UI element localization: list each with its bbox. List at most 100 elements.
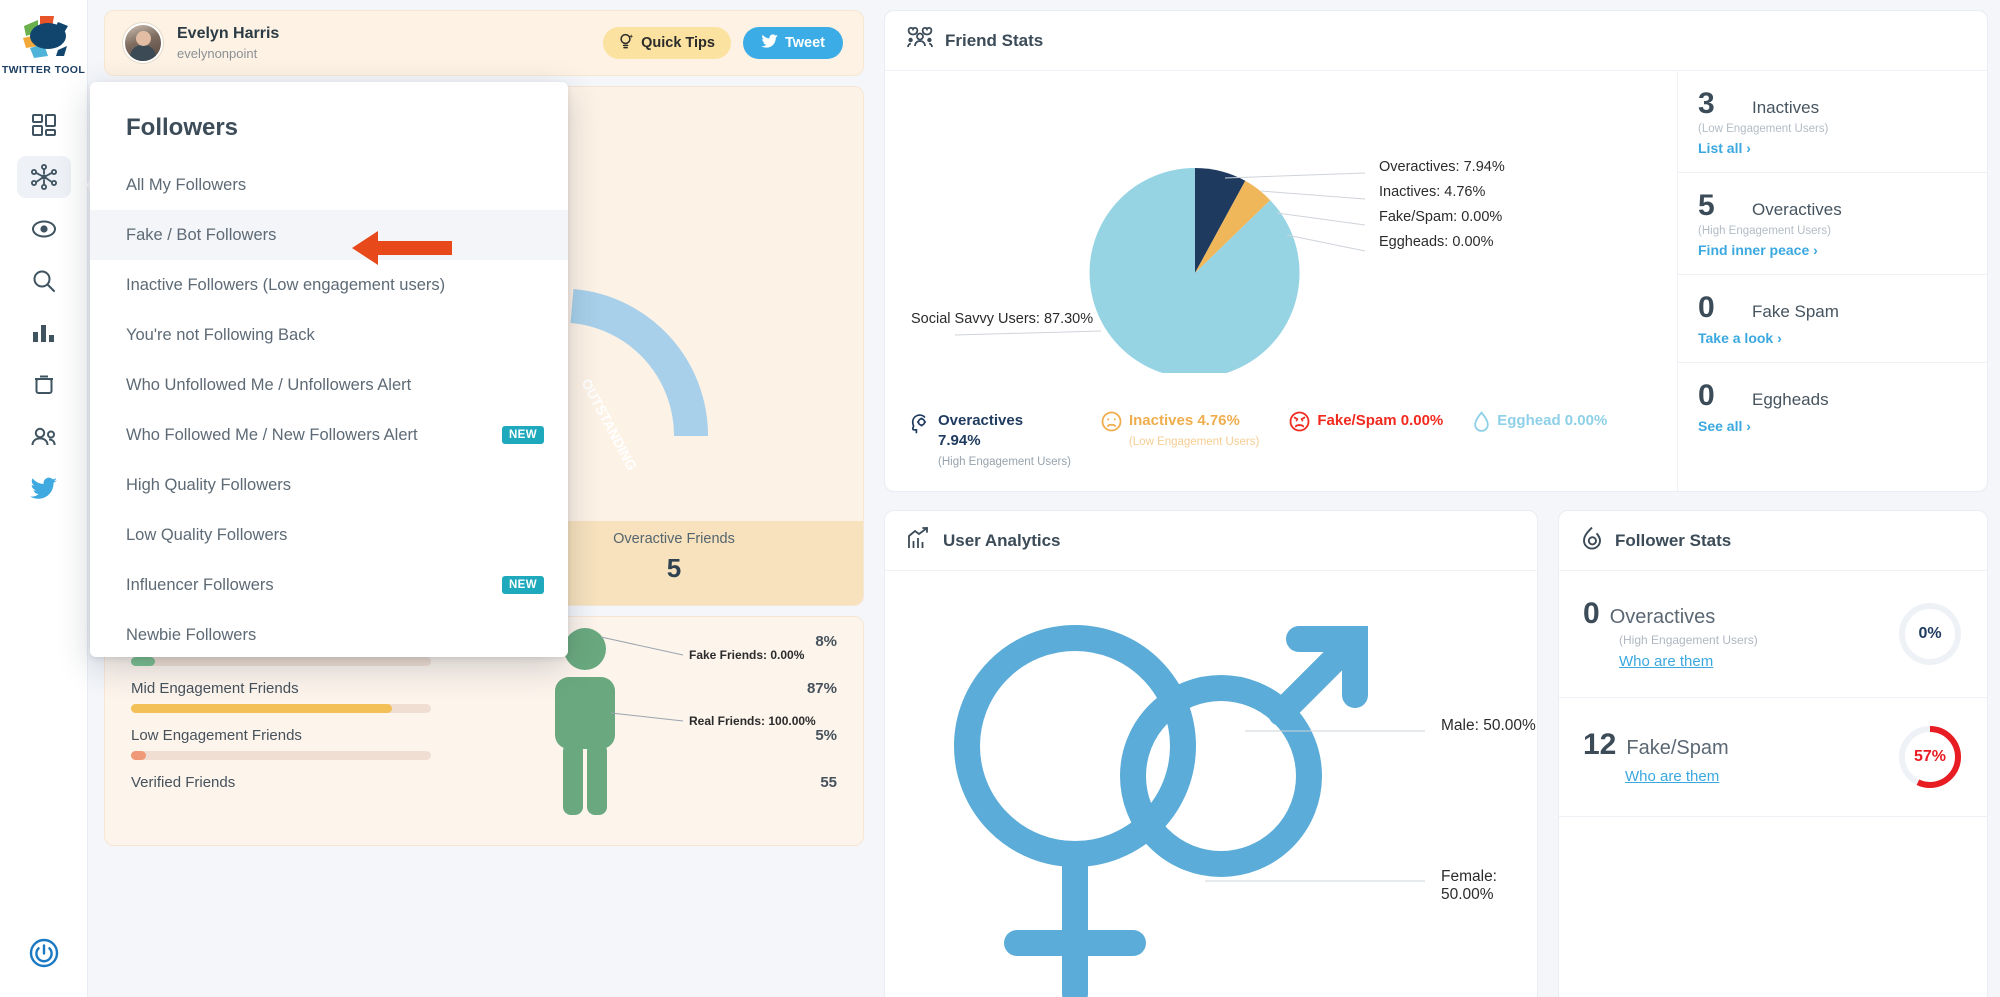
dropdown-title: Followers: [126, 114, 239, 141]
dropdown-item-newbie-followers[interactable]: Newbie Followers: [90, 610, 568, 657]
stat-link[interactable]: See all ›: [1698, 418, 1751, 434]
user-analytics-body: Male: 50.00% Female: 50.00%: [885, 571, 1537, 997]
quick-tips-label: Quick Tips: [641, 35, 715, 51]
male-percentage-label: Male: 50.00%: [1441, 717, 1536, 734]
dropdown-item-low-quality-followers[interactable]: Low Quality Followers: [90, 510, 568, 560]
profile-handle: evelynonpoint: [177, 45, 258, 61]
stat-name: Overactives: [1609, 606, 1716, 628]
left-arrow-annotation-icon: [352, 225, 452, 276]
lightbulb-icon: [619, 33, 634, 54]
dropdown-item-high-quality-followers[interactable]: High Quality Followers: [90, 460, 568, 510]
friend-stats-title: Friend Stats: [945, 30, 1044, 50]
stat-number: 5: [1698, 189, 1715, 222]
sidebar-item-monitor[interactable]: [17, 208, 71, 250]
right-column: Friend Stats Overactives: 7.94% Inactive…: [884, 10, 1988, 997]
avatar: [123, 23, 163, 63]
pie-label-inactives: Inactives: 4.76%: [1379, 184, 1486, 200]
new-badge: NEW: [501, 576, 544, 594]
dropdown-item-fake-bot-followers[interactable]: Fake / Bot Followers: [90, 210, 568, 260]
profile-header-card: Evelyn Harris evelynonpoint Quick Tips T…: [104, 10, 864, 76]
bar-label: Mid Engagement Friends: [131, 680, 299, 697]
dropdown-item-label: Fake / Bot Followers: [126, 225, 277, 244]
profile-names: Evelyn Harris evelynonpoint: [177, 24, 279, 62]
pie-label-fakespam: Fake/Spam: 0.00%: [1379, 209, 1503, 225]
dropdown-item-influencer-followers[interactable]: Influencer Followers NEW: [90, 560, 568, 610]
legend-label: Overactives: [938, 412, 1024, 429]
quick-tips-button[interactable]: Quick Tips: [603, 27, 731, 59]
figure-label-fake: Fake Friends: 0.00%: [689, 648, 805, 662]
stat-name: Inactives: [1752, 98, 1820, 117]
legend-value: 7.94%: [938, 432, 981, 449]
stat-link[interactable]: Who are them: [1625, 768, 1719, 785]
legend-item-egghead: Egghead 0.00%: [1473, 411, 1607, 438]
twitter-bird-icon: [761, 33, 778, 53]
overactives-progress-ring: 0%: [1897, 601, 1963, 667]
followers-dropdown-menu: Followers All My Followers Fake / Bot Fo…: [90, 82, 568, 657]
legend-label: Fake/Spam 0.00%: [1317, 412, 1444, 429]
sidebar-item-twitter[interactable]: [17, 468, 71, 510]
egg-icon: [1473, 411, 1490, 438]
figure-label-real: Real Friends: 100.00%: [689, 714, 816, 728]
follower-stats-title: Follower Stats: [1615, 530, 1732, 550]
dropdown-item-who-unfollowed-me[interactable]: Who Unfollowed Me / Unfollowers Alert: [90, 360, 568, 410]
bar-track: [131, 751, 431, 760]
bar-label: Verified Friends: [131, 774, 236, 791]
dropdown-item-inactive-followers[interactable]: Inactive Followers (Low engagement users…: [90, 260, 568, 310]
dropdown-item-label: Who Unfollowed Me / Unfollowers Alert: [126, 375, 412, 394]
stat-link[interactable]: Take a look ›: [1698, 330, 1782, 346]
sidebar-item-analytics[interactable]: [17, 312, 71, 354]
stat-note: (High Engagement Users): [1698, 225, 1831, 237]
female-percentage-label: Female: 50.00%: [1441, 868, 1497, 903]
tweet-button[interactable]: Tweet: [742, 27, 843, 59]
follower-stat-fake-spam: 12 Fake/Spam Who are them 57%: [1559, 698, 1987, 817]
stat-number: 3: [1698, 87, 1715, 120]
bar-fill: [131, 751, 146, 760]
stat-name: Fake Spam: [1752, 302, 1839, 321]
stat-name: Fake/Spam: [1626, 737, 1729, 759]
friend-stat-inactives: 3 Inactives (Low Engagement Users) List …: [1678, 71, 1987, 173]
legend-note: (Low Engagement Users): [1128, 436, 1260, 448]
sidebar-item-search[interactable]: [17, 260, 71, 302]
dropdown-item-label: All My Followers: [126, 175, 247, 194]
stat-note: (Low Engagement Users): [1698, 123, 1829, 135]
stat-name: Eggheads: [1752, 390, 1829, 409]
dropdown-item-label: Low Quality Followers: [126, 525, 288, 544]
sidebar-item-cleanup[interactable]: [17, 364, 71, 406]
sidebar-item-logout[interactable]: [27, 936, 61, 975]
pie-label-social-savvy: Social Savvy Users: 87.30%: [911, 311, 1094, 327]
friend-stats-header: Friend Stats: [885, 11, 1987, 71]
stat-name: Overactives: [1752, 200, 1842, 219]
legend-label: Inactives 4.76%: [1128, 412, 1240, 429]
pie-label-eggheads: Eggheads: 0.00%: [1379, 234, 1494, 250]
tweet-label: Tweet: [784, 35, 825, 51]
stat-link[interactable]: List all ›: [1698, 140, 1751, 156]
follower-stat-overactives: 0 Overactives (High Engagement Users) Wh…: [1559, 571, 1987, 698]
dropdown-item-not-following-back[interactable]: You're not Following Back: [90, 310, 568, 360]
friend-stat-fake-spam: 0 Fake Spam Take a look ›: [1678, 275, 1987, 363]
sidebar-item-dashboard[interactable]: [17, 104, 71, 146]
overactive-head-icon: [909, 411, 931, 442]
friend-stat-eggheads: 0 Eggheads See all ›: [1678, 363, 1987, 450]
dropdown-item-who-followed-me[interactable]: Who Followed Me / New Followers Alert NE…: [90, 410, 568, 460]
stat-number: 0: [1698, 291, 1715, 324]
follower-stats-panel: Follower Stats 0 Overactives (High Engag…: [1558, 510, 1988, 997]
dropdown-item-label: Newbie Followers: [126, 625, 257, 644]
profile-name: Evelyn Harris: [177, 24, 280, 42]
legend-note: (High Engagement Users): [938, 456, 1071, 468]
friends-group-icon: [907, 26, 933, 54]
dropdown-item-all-my-followers[interactable]: All My Followers: [90, 160, 568, 210]
brand: TWITTER TOOL: [2, 12, 85, 76]
user-analytics-title: User Analytics: [943, 530, 1061, 550]
bar-track: [131, 657, 431, 666]
stat-link[interactable]: Find inner peace ›: [1698, 242, 1818, 258]
dropdown-list: All My Followers Fake / Bot Followers In…: [90, 160, 568, 657]
sidebar-item-users[interactable]: [17, 416, 71, 458]
stat-number: 0: [1583, 597, 1600, 630]
pie-label-overactives: Overactives: 7.94%: [1379, 159, 1505, 175]
sidebar-item-network[interactable]: [16, 156, 71, 198]
stat-link[interactable]: Who are them: [1619, 653, 1713, 670]
user-analytics-panel: User Analytics Male: 50.00% Female: 50.0…: [884, 510, 1538, 997]
dropdown-item-label: Influencer Followers: [126, 575, 274, 594]
person-figure-icon: Fake Friends: 0.00% Real Friends: 100.00…: [533, 625, 833, 820]
legend-item-fakespam: Fake/Spam 0.00%: [1289, 411, 1443, 437]
